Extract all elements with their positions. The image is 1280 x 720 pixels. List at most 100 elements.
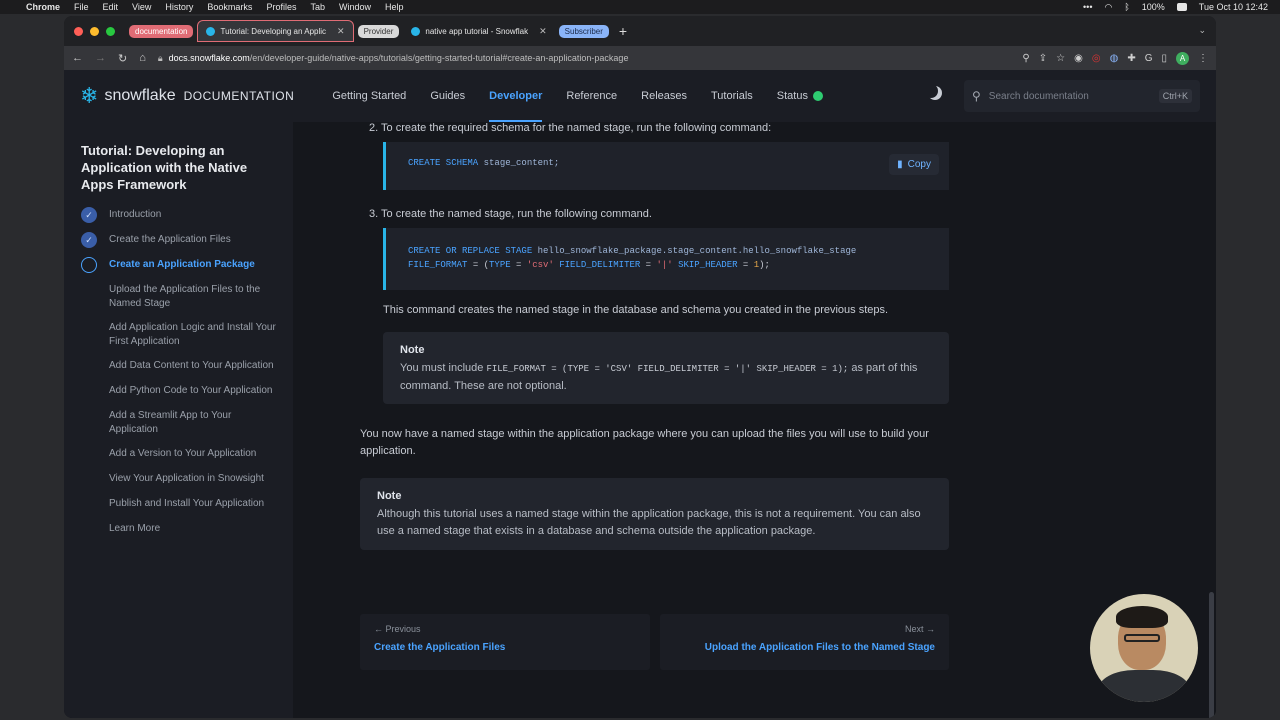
nav-developer[interactable]: Developer (477, 70, 554, 122)
profile-avatar[interactable]: A (1176, 51, 1189, 65)
extension-icon[interactable]: ◍ (1110, 53, 1119, 64)
menu-help[interactable]: Help (385, 2, 404, 12)
menu-file[interactable]: File (74, 2, 89, 12)
sidebar-step-item[interactable]: Publish and Install Your Application (81, 496, 293, 512)
sidebar-step-item[interactable]: Create an Application Package (81, 257, 293, 273)
menu-profiles[interactable]: Profiles (266, 2, 296, 12)
copy-button[interactable]: ▮ Copy (889, 154, 939, 175)
next-text: Next (904, 624, 924, 634)
share-icon[interactable]: ⇪ (1039, 53, 1047, 64)
extension-icon[interactable]: ◎ (1092, 53, 1101, 64)
arrow-left-icon: ← (374, 624, 383, 634)
minimize-window-button[interactable] (90, 26, 99, 36)
extension-g-icon[interactable]: G (1145, 53, 1153, 64)
step-circle-icon (81, 358, 97, 374)
menu-bookmarks[interactable]: Bookmarks (207, 2, 252, 12)
reload-icon[interactable]: ↻ (118, 52, 127, 65)
code-identifier: hello_snowflake_package.stage_content.he… (532, 246, 857, 256)
bookmark-star-icon[interactable]: ☆ (1056, 53, 1065, 64)
step-circle-icon (81, 282, 97, 298)
sidebar-step-label: Upload the Application Files to the Name… (109, 284, 261, 309)
bluetooth-icon[interactable]: ᛒ (1124, 2, 1129, 12)
new-tab-icon[interactable]: + (619, 23, 627, 39)
menu-app-name[interactable]: Chrome (26, 2, 60, 12)
previous-page-link[interactable]: ← Previous Create the Application Files (360, 614, 650, 670)
sidebar-step-item[interactable]: Learn More (81, 521, 293, 537)
zoom-window-button[interactable] (106, 26, 115, 36)
code-keyword: TYPE (489, 260, 511, 270)
url-field[interactable]: 🔒︎ docs.snowflake.com/en/developer-guide… (158, 53, 1011, 64)
previous-link-title[interactable]: Create the Application Files (374, 642, 636, 653)
zoom-icon[interactable]: ⚲ (1022, 53, 1029, 64)
search-box[interactable]: ⚲ Ctrl+K (964, 80, 1200, 112)
logo-suffix: DOCUMENTATION (183, 89, 295, 103)
search-input[interactable] (988, 90, 1151, 102)
code-token: = (737, 260, 754, 270)
forward-icon[interactable]: → (95, 52, 106, 64)
tab-tutorial[interactable]: Tutorial: Developing an Applic ✕ (197, 20, 354, 42)
sidebar-step-item[interactable]: Add Python Code to Your Application (81, 383, 293, 399)
puzzle-extensions-icon[interactable]: ✚ (1127, 53, 1135, 64)
menu-edit[interactable]: Edit (103, 2, 119, 12)
sidebar-step-item[interactable]: ✓ Introduction (81, 207, 293, 223)
nav-releases[interactable]: Releases (629, 70, 699, 122)
snowflake-logo[interactable]: ❄ snowflake DOCUMENTATION (80, 85, 294, 107)
tab-search-chevron-icon[interactable]: ⌄ (1198, 25, 1206, 36)
next-link-title[interactable]: Upload the Application Files to the Name… (674, 642, 935, 653)
sidebar-step-item[interactable]: Add a Streamlit App to Your Application (81, 408, 293, 437)
next-page-link[interactable]: Next → Upload the Application Files to t… (660, 614, 949, 670)
sidebar-step-label: Add Application Logic and Install Your F… (109, 322, 276, 347)
browser-window: documentation Tutorial: Developing an Ap… (64, 16, 1216, 718)
status-ok-icon (812, 91, 823, 101)
step-circle-icon (81, 446, 97, 462)
menu-window[interactable]: Window (339, 2, 371, 12)
current-step-circle-icon (81, 257, 97, 273)
dark-mode-moon-icon[interactable] (928, 86, 942, 100)
menu-history[interactable]: History (165, 2, 193, 12)
note-body: Although this tutorial uses a named stag… (377, 508, 921, 537)
wifi-icon[interactable]: ◠ (1104, 2, 1112, 13)
nav-reference[interactable]: Reference (554, 70, 629, 122)
tab-group-documentation[interactable]: documentation (129, 24, 194, 38)
back-icon[interactable]: ← (72, 52, 83, 64)
close-window-button[interactable] (74, 26, 83, 36)
note-title: Note (377, 490, 402, 502)
nav-guides[interactable]: Guides (418, 70, 477, 122)
home-icon[interactable]: ⌂ (139, 52, 146, 64)
sidebar-step-item[interactable]: Upload the Application Files to the Name… (81, 282, 293, 311)
webcam-overlay (1090, 594, 1198, 702)
battery-icon[interactable] (1176, 3, 1187, 11)
nav-tutorials[interactable]: Tutorials (699, 70, 765, 122)
extension-icon[interactable]: ◉ (1074, 53, 1083, 64)
snowflake-favicon-icon (411, 26, 421, 36)
step-circle-icon (81, 383, 97, 399)
tab-group-provider[interactable]: Provider (357, 24, 400, 38)
lock-icon[interactable]: 🔒︎ (158, 53, 163, 64)
step-circle-icon (81, 471, 97, 487)
sidepanel-icon[interactable]: ▯ (1161, 53, 1167, 64)
tab-native-app-tutorial[interactable]: native app tutorial - Snowflak ✕ (403, 20, 554, 42)
sidebar-step-label: Add Data Content to Your Application (109, 360, 274, 371)
close-tab-icon[interactable]: ✕ (539, 26, 547, 37)
sidebar-step-item[interactable]: ✓ Create the Application Files (81, 232, 293, 248)
close-tab-icon[interactable]: ✕ (337, 26, 345, 37)
menu-view[interactable]: View (132, 2, 151, 12)
page-scrollbar[interactable] (1209, 592, 1214, 718)
sidebar-step-item[interactable]: Add a Version to Your Application (81, 446, 293, 462)
kebab-menu-icon[interactable]: ⋮ (1198, 53, 1208, 64)
sidebar-step-item[interactable]: Add Application Logic and Install Your F… (81, 320, 293, 349)
tab-bar: documentation Tutorial: Developing an Ap… (64, 16, 1216, 46)
datetime[interactable]: Tue Oct 10 12:42 (1199, 2, 1268, 12)
note-named-stage: Note Although this tutorial uses a named… (360, 478, 949, 550)
inline-code: FILE_FORMAT = (TYPE = 'CSV' FIELD_DELIMI… (486, 364, 849, 374)
nav-getting-started[interactable]: Getting Started (320, 70, 418, 122)
code-string: 'csv' (526, 260, 554, 270)
sidebar-step-item[interactable]: Add Data Content to Your Application (81, 358, 293, 374)
sidebar-step-item[interactable]: View Your Application in Snowsight (81, 471, 293, 487)
code-keyword: CREATE OR REPLACE STAGE (408, 246, 533, 256)
page-body: Tutorial: Developing an Application with… (64, 122, 1216, 718)
nav-status[interactable]: Status (765, 70, 835, 122)
menu-tab[interactable]: Tab (310, 2, 325, 12)
tab-group-subscriber[interactable]: Subscriber (558, 24, 609, 38)
more-icon[interactable]: ••• (1083, 2, 1092, 12)
